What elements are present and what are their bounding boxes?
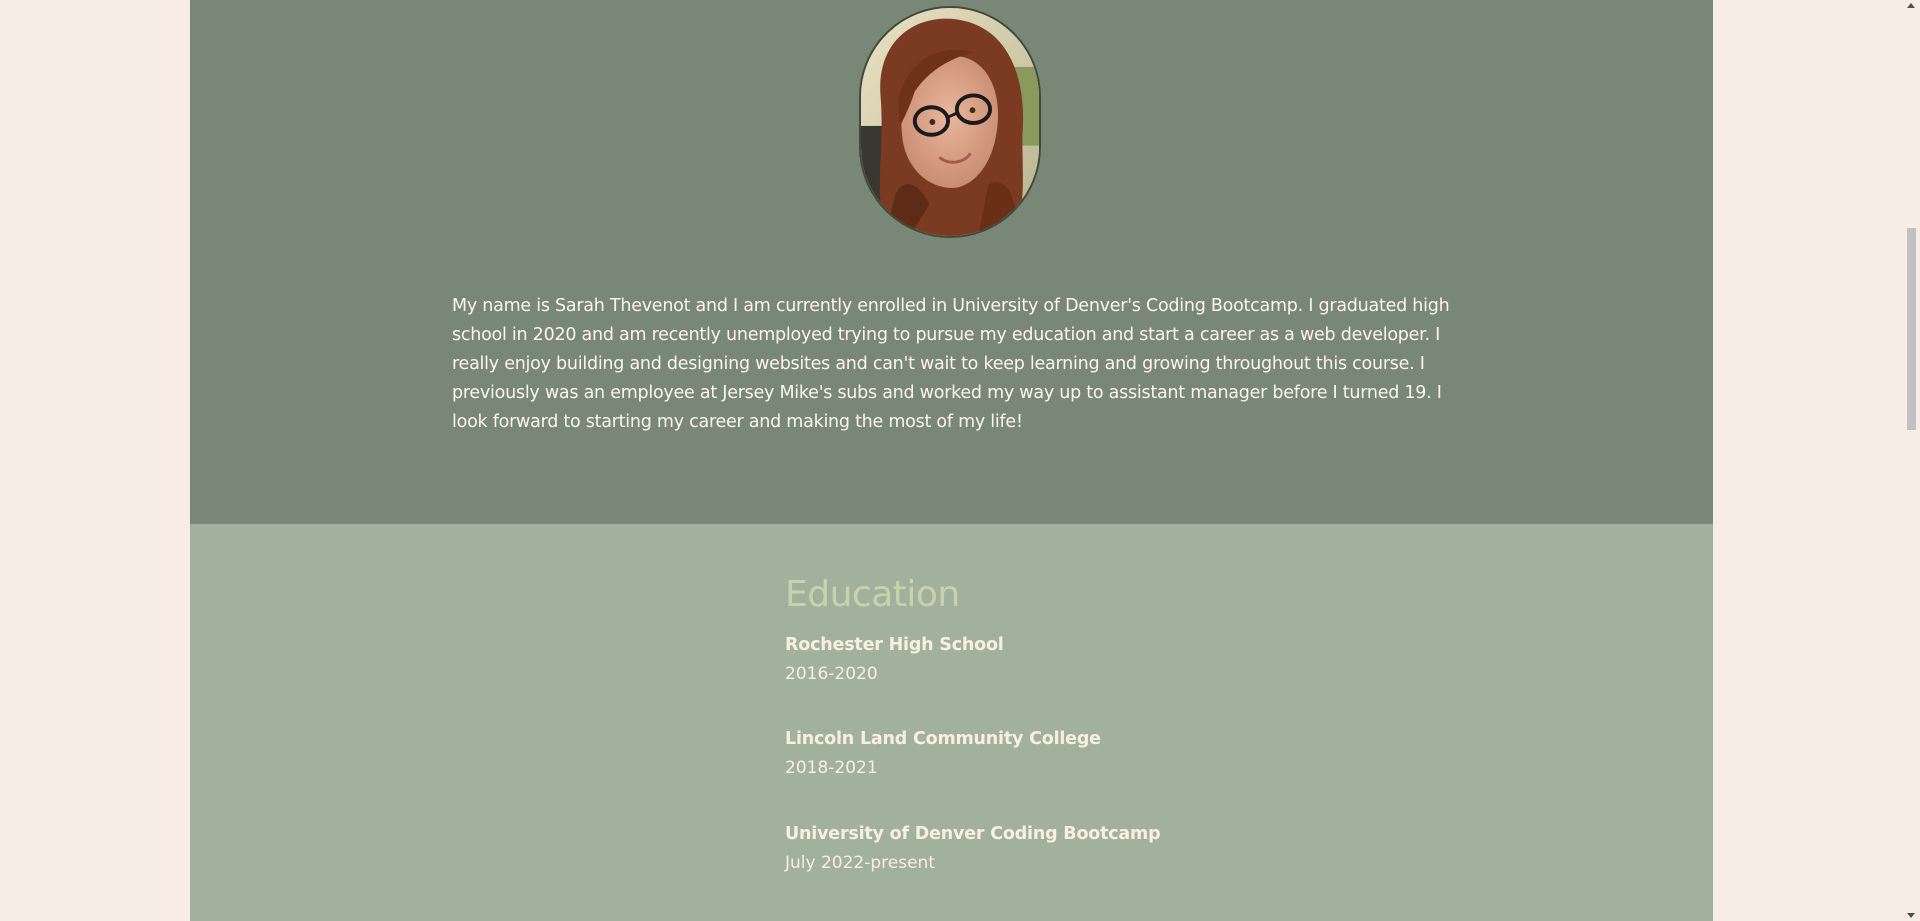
education-years: 2016-2020 bbox=[785, 664, 878, 684]
profile-photo-image bbox=[861, 8, 1039, 236]
portfolio-content: My name is Sarah Thevenot and I am curre… bbox=[190, 0, 1713, 921]
education-item: University of Denver Coding Bootcamp Jul… bbox=[785, 820, 1161, 878]
page: My name is Sarah Thevenot and I am curre… bbox=[0, 0, 1920, 921]
education-heading: Education bbox=[785, 574, 960, 615]
scroll-up-arrow-icon[interactable] bbox=[1907, 3, 1915, 8]
bio-text: My name is Sarah Thevenot and I am curre… bbox=[452, 296, 1450, 432]
education-item: Lincoln Land Community College 2018-2021 bbox=[785, 725, 1101, 783]
education-school: Rochester High School bbox=[785, 635, 1004, 655]
profile-photo bbox=[859, 6, 1041, 238]
scroll-down-arrow-icon[interactable] bbox=[1907, 913, 1915, 918]
about-section: My name is Sarah Thevenot and I am curre… bbox=[190, 0, 1713, 524]
vertical-scrollbar[interactable] bbox=[1903, 0, 1920, 921]
education-item: Rochester High School 2016-2020 bbox=[785, 631, 1004, 689]
education-years: July 2022-present bbox=[785, 853, 935, 873]
education-school: University of Denver Coding Bootcamp bbox=[785, 824, 1161, 844]
education-years: 2018-2021 bbox=[785, 758, 878, 778]
scrollbar-thumb[interactable] bbox=[1907, 228, 1916, 430]
education-school: Lincoln Land Community College bbox=[785, 729, 1101, 749]
